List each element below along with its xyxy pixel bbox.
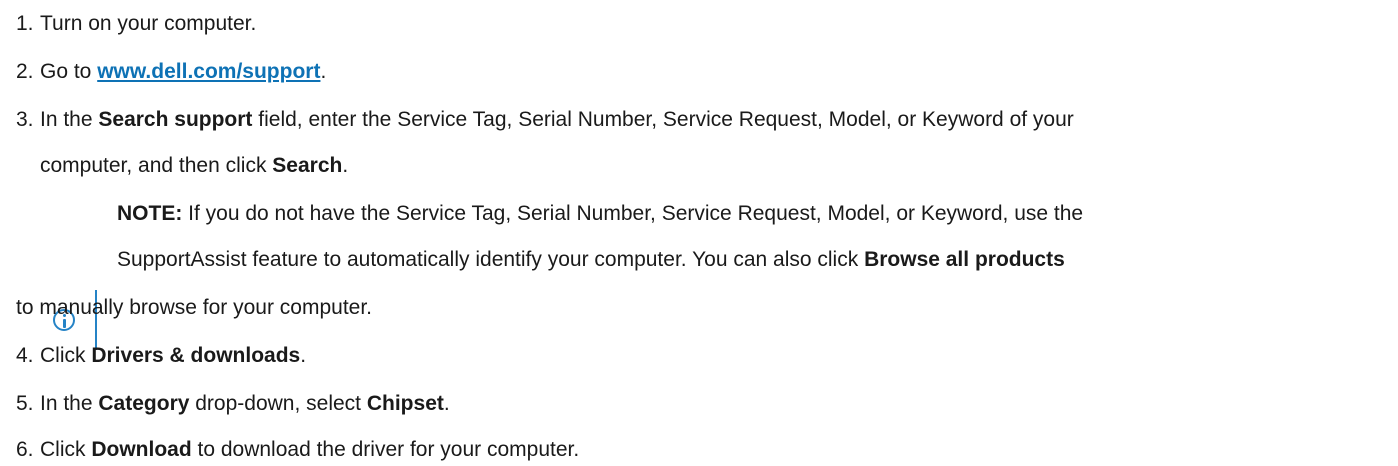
browse-all-products-label: Browse all products xyxy=(864,248,1065,271)
note-text: If you do not have the Service Tag, Seri… xyxy=(182,202,1084,225)
note-text: to manually browse for your computer. xyxy=(16,296,372,319)
step-text-cont: field, enter the Service Tag, Serial Num… xyxy=(252,108,1074,131)
step-text: Click xyxy=(40,344,92,367)
step-4: 4. Click Drivers & downloads. xyxy=(16,342,306,370)
step-text-end: . xyxy=(320,60,327,83)
step-number: 5. xyxy=(16,392,34,415)
step-text-end: . xyxy=(342,154,349,177)
step-text: In the xyxy=(40,392,99,415)
step-number: 3. xyxy=(16,108,34,131)
category-label: Category xyxy=(98,392,190,415)
step-text: computer, and then click xyxy=(40,154,273,177)
step-number: 6. xyxy=(16,438,34,461)
chipset-label: Chipset xyxy=(366,392,444,415)
note-line-1: NOTE: If you do not have the Service Tag… xyxy=(117,200,1083,228)
step-number: 1. xyxy=(16,12,34,35)
note-line-2: SupportAssist feature to automatically i… xyxy=(117,246,1065,274)
step-3-line-2: computer, and then click Search. xyxy=(40,152,348,180)
step-number: 2. xyxy=(16,60,34,83)
note-label: NOTE: xyxy=(117,202,183,225)
step-text-end: . xyxy=(300,344,307,367)
step-3: 3. In the Search support field, enter the… xyxy=(16,106,1074,134)
step-text-cont: drop-down, select xyxy=(189,392,367,415)
step-2: 2. Go to www.dell.com/support. xyxy=(16,58,326,86)
step-1: 1. Turn on your computer. xyxy=(16,10,256,38)
step-text-end: to download the driver for your computer… xyxy=(191,438,580,461)
search-label: Search xyxy=(272,154,343,177)
step-text: In the xyxy=(40,108,99,131)
step-number: 4. xyxy=(16,344,34,367)
step-text: Click xyxy=(40,438,92,461)
step-text-end: . xyxy=(443,392,450,415)
note-text: SupportAssist feature to automatically i… xyxy=(117,248,865,271)
step-6: 6. Click Download to download the driver … xyxy=(16,436,579,464)
note-line-3: to manually browse for your computer. xyxy=(16,294,372,322)
step-text: Go to xyxy=(40,60,98,83)
step-5: 5. In the Category drop-down, select Chip… xyxy=(16,390,450,418)
download-label: Download xyxy=(91,438,192,461)
search-support-label: Search support xyxy=(98,108,253,131)
dell-support-link[interactable]: www.dell.com/support xyxy=(97,60,320,83)
step-text: Turn on your computer. xyxy=(40,12,257,35)
drivers-downloads-label: Drivers & downloads xyxy=(91,344,301,367)
